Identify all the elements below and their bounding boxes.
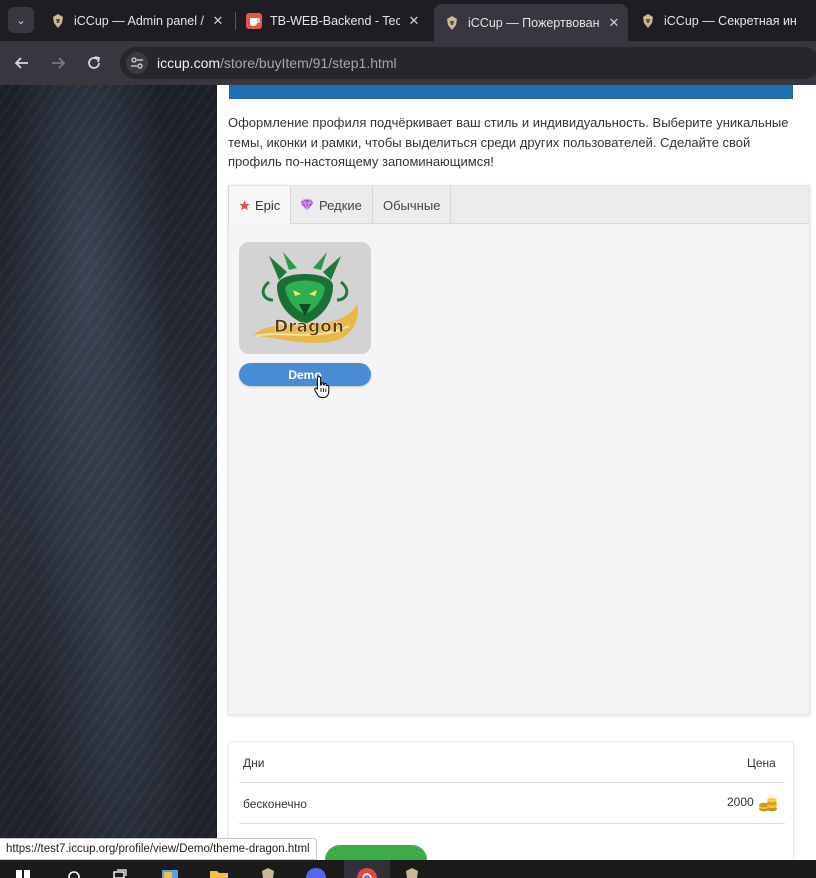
app-icon: [162, 870, 178, 878]
demo-button[interactable]: Demo: [239, 363, 371, 386]
taskbar-app-chrome[interactable]: [354, 860, 380, 878]
taskbar-file-explorer[interactable]: [206, 860, 232, 878]
url-text: iccup.com/store/buyItem/91/step1.html: [157, 55, 397, 71]
back-button[interactable]: [8, 49, 36, 77]
row-days-value: бесконечно: [243, 797, 307, 811]
store-banner: [229, 85, 793, 99]
chevron-down-icon: ⌄: [16, 14, 26, 27]
url-host: iccup.com: [157, 55, 221, 71]
tab-rare[interactable]: Редкие: [290, 186, 373, 224]
start-button[interactable]: [14, 860, 32, 878]
chrome-icon: [357, 868, 377, 878]
buy-button[interactable]: [325, 845, 427, 860]
close-icon[interactable]: ✕: [210, 13, 226, 29]
close-icon[interactable]: ✕: [406, 13, 422, 29]
taskbar-app-iccup[interactable]: [256, 860, 280, 878]
iccup-knight-icon: [50, 13, 66, 29]
windows-logo-icon: [16, 870, 30, 878]
status-bar-link-url: https://test7.iccup.org/profile/view/Dem…: [0, 838, 317, 860]
iccup-knight-icon: [640, 13, 656, 29]
tab-search-menu-button[interactable]: ⌄: [8, 7, 34, 33]
taskbar-app-explorer-alt[interactable]: [158, 860, 182, 878]
dragon-theme-image: Dragon: [253, 252, 358, 343]
tab-title: iCCup — Admin panel /: [74, 13, 204, 28]
row-price-value: 2000: [727, 795, 754, 809]
column-price-header: Цена: [747, 756, 776, 770]
dragon-background-image: [0, 85, 217, 860]
web-page: Оформление профиля подчёркивает ваш стил…: [0, 85, 816, 860]
column-days-header: Дни: [243, 756, 265, 770]
tab-title: iCCup — Пожертвован: [468, 15, 600, 30]
iccup-knight-icon: [262, 868, 274, 878]
browser-tab-tb-web-backend[interactable]: TB-WEB-Backend - Tech ✕: [236, 5, 428, 36]
reload-icon: [88, 56, 101, 69]
divider: [239, 823, 785, 824]
forward-button[interactable]: [44, 49, 72, 77]
star-icon: [239, 200, 250, 211]
browser-toolbar: iccup.com/store/buyItem/91/step1.html: [0, 41, 816, 85]
search-icon: [68, 871, 80, 878]
rarity-tabs: Epic Редкие Обычные: [228, 186, 809, 225]
tab-common[interactable]: Обычные: [373, 186, 452, 224]
tab-rare-label: Редкие: [319, 197, 362, 213]
tab-common-label: Обычные: [383, 197, 441, 213]
iccup-knight-icon: [406, 868, 418, 878]
tab-epic-label: Epic: [255, 198, 281, 213]
hand-cursor-icon: [314, 375, 330, 399]
store-description: Оформление профиля подчёркивает ваш стил…: [228, 115, 789, 169]
gold-coins-icon: [759, 797, 777, 812]
divider: [239, 782, 785, 783]
browser-tab-admin-panel[interactable]: iCCup — Admin panel / ✕: [40, 5, 232, 36]
reload-button[interactable]: [80, 49, 108, 77]
site-settings-icon[interactable]: [126, 52, 148, 74]
taskbar-app-discord[interactable]: [304, 860, 328, 878]
discord-icon: [306, 868, 326, 878]
os-taskbar: [0, 860, 816, 878]
iccup-knight-icon: [444, 15, 460, 31]
browser-tab-secret-info[interactable]: iCCup — Секретная ин: [630, 5, 816, 36]
folder-icon: [210, 871, 228, 878]
taskbar-app-iccup-2[interactable]: [400, 860, 424, 878]
taskbar-search-button[interactable]: [64, 860, 84, 878]
tab-title: TB-WEB-Backend - Tech: [270, 13, 400, 28]
arrow-left-icon: [14, 57, 28, 69]
arrow-right-icon: [52, 57, 66, 69]
browser-tab-donation-active[interactable]: iCCup — Пожертвован ✕: [434, 4, 628, 41]
close-icon[interactable]: ✕: [606, 15, 622, 31]
store-content: Оформление профиля подчёркивает ваш стил…: [217, 85, 816, 860]
tab-title: iCCup — Секретная ин: [664, 13, 797, 28]
address-bar[interactable]: iccup.com/store/buyItem/91/step1.html: [120, 47, 816, 79]
gem-icon: [300, 199, 314, 211]
dragon-theme-item[interactable]: Dragon: [239, 242, 371, 354]
dragon-image-text: Dragon: [274, 317, 344, 337]
task-view-icon: [113, 869, 127, 878]
tab-epic[interactable]: Epic: [228, 186, 292, 225]
taskbar-task-view-button[interactable]: [110, 860, 130, 878]
browser-tabstrip: ⌄ iCCup — Admin panel / ✕ TB-WEB-Backend…: [0, 0, 816, 41]
items-card: Epic Редкие Обычные Dragon Demo: [228, 185, 810, 715]
cup-icon: [246, 12, 262, 29]
url-path: /store/buyItem/91/step1.html: [220, 55, 397, 71]
